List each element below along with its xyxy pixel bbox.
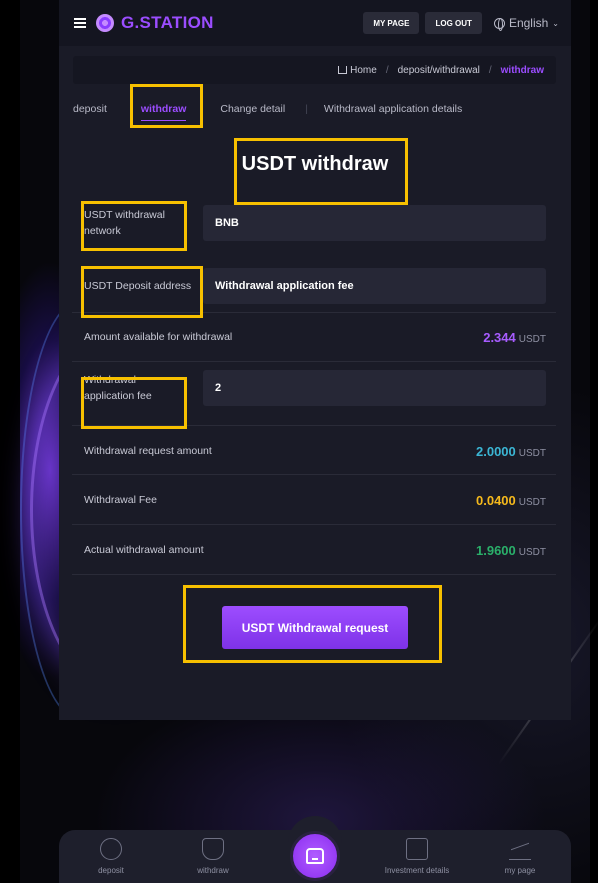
deposit-address-label: USDT Deposit address	[84, 280, 192, 292]
actual-amount: 1.9600	[476, 542, 516, 558]
divider	[72, 312, 556, 313]
my-page-button[interactable]: MY PAGE	[363, 12, 420, 34]
available-row: Amount available for withdrawal 2.344 USD…	[84, 328, 546, 346]
globe-icon	[493, 17, 505, 31]
chart-icon	[509, 838, 531, 860]
network-select[interactable]: BNB	[203, 205, 546, 241]
actual-value: 1.9600 USDT	[476, 543, 546, 558]
logout-button[interactable]: LOG OUT	[425, 12, 482, 34]
available-amount: 2.344	[483, 329, 516, 345]
logo-text[interactable]: G.STATION	[121, 13, 214, 33]
nav-withdraw[interactable]: withdraw	[168, 838, 258, 875]
available-unit: USDT	[518, 333, 546, 345]
divider	[72, 361, 556, 362]
deposit-address-input[interactable]: Withdrawal application fee	[203, 268, 546, 304]
breadcrumb-section[interactable]: deposit/withdrawal	[398, 65, 480, 76]
actual-label: Actual withdrawal amount	[84, 544, 204, 556]
home-button[interactable]	[290, 831, 340, 881]
network-label: USDT withdrawal network	[84, 209, 165, 237]
hamburger-menu-icon[interactable]	[74, 18, 86, 28]
hand-coin-icon	[202, 838, 224, 860]
home-icon	[306, 848, 324, 864]
nav-my-page-label: my page	[504, 866, 536, 875]
withdrawal-request-button[interactable]: USDT Withdrawal request	[222, 606, 408, 649]
request-amount-value: 2.0000 USDT	[476, 444, 546, 459]
network-row: USDT withdrawal network BNB	[84, 205, 546, 241]
top-bar: G.STATION MY PAGE LOG OUT English ⌄	[59, 0, 571, 46]
tab-withdraw[interactable]: withdraw	[140, 103, 186, 121]
actual-row: Actual withdrawal amount 1.9600 USDT	[84, 541, 546, 559]
nav-investment-label: Investment details	[384, 866, 450, 875]
application-fee-input[interactable]: 2	[203, 370, 546, 406]
tab-change-detail[interactable]: Change detail	[220, 103, 285, 115]
nav-withdraw-label: withdraw	[197, 866, 229, 875]
request-amount: 2.0000	[476, 443, 516, 459]
fee-unit: USDT	[518, 496, 546, 508]
home-icon	[338, 66, 348, 74]
fee-label: Withdrawal Fee	[84, 494, 157, 506]
nav-investment-details[interactable]: Investment details	[372, 838, 462, 875]
fee-value: 0.0400 USDT	[476, 493, 546, 508]
divider	[72, 574, 556, 575]
breadcrumb: Home / deposit/withdrawal / withdraw	[73, 56, 556, 84]
available-label: Amount available for withdrawal	[84, 331, 233, 343]
request-amount-row: Withdrawal request amount 2.0000 USDT	[84, 442, 546, 460]
nav-deposit-label: deposit	[98, 866, 124, 875]
tab-divider: |	[305, 103, 308, 115]
breadcrumb-home[interactable]: Home	[350, 65, 377, 76]
nav-deposit[interactable]: deposit	[66, 838, 156, 875]
nav-my-page[interactable]: my page	[475, 838, 565, 875]
chevron-down-icon: ⌄	[552, 18, 559, 28]
page-title: USDT withdraw	[241, 153, 389, 175]
document-icon	[406, 838, 428, 860]
divider	[72, 425, 556, 426]
fee-row: Withdrawal Fee 0.0400 USDT	[84, 491, 546, 509]
logo-icon	[96, 14, 114, 32]
language-label: English	[508, 16, 549, 30]
application-fee-label: Withdrawal application fee	[84, 374, 152, 402]
tab-withdrawal-application-details[interactable]: Withdrawal application details	[324, 103, 462, 115]
divider	[72, 474, 556, 475]
request-amount-label: Withdrawal request amount	[84, 445, 212, 457]
available-value: 2.344 USDT	[483, 330, 546, 345]
divider	[72, 524, 556, 525]
tab-bar: deposit withdraw Change detail | Withdra…	[73, 98, 496, 121]
coin-icon	[100, 838, 122, 860]
fee-amount: 0.0400	[476, 492, 516, 508]
tab-deposit[interactable]: deposit	[73, 103, 107, 115]
deposit-address-row: USDT Deposit address Withdrawal applicat…	[84, 268, 546, 304]
breadcrumb-current: withdraw	[500, 64, 544, 76]
actual-unit: USDT	[518, 546, 546, 558]
language-selector[interactable]: English ⌄	[493, 16, 559, 31]
application-fee-row: Withdrawal application fee 2	[84, 370, 546, 406]
request-unit: USDT	[518, 447, 546, 459]
